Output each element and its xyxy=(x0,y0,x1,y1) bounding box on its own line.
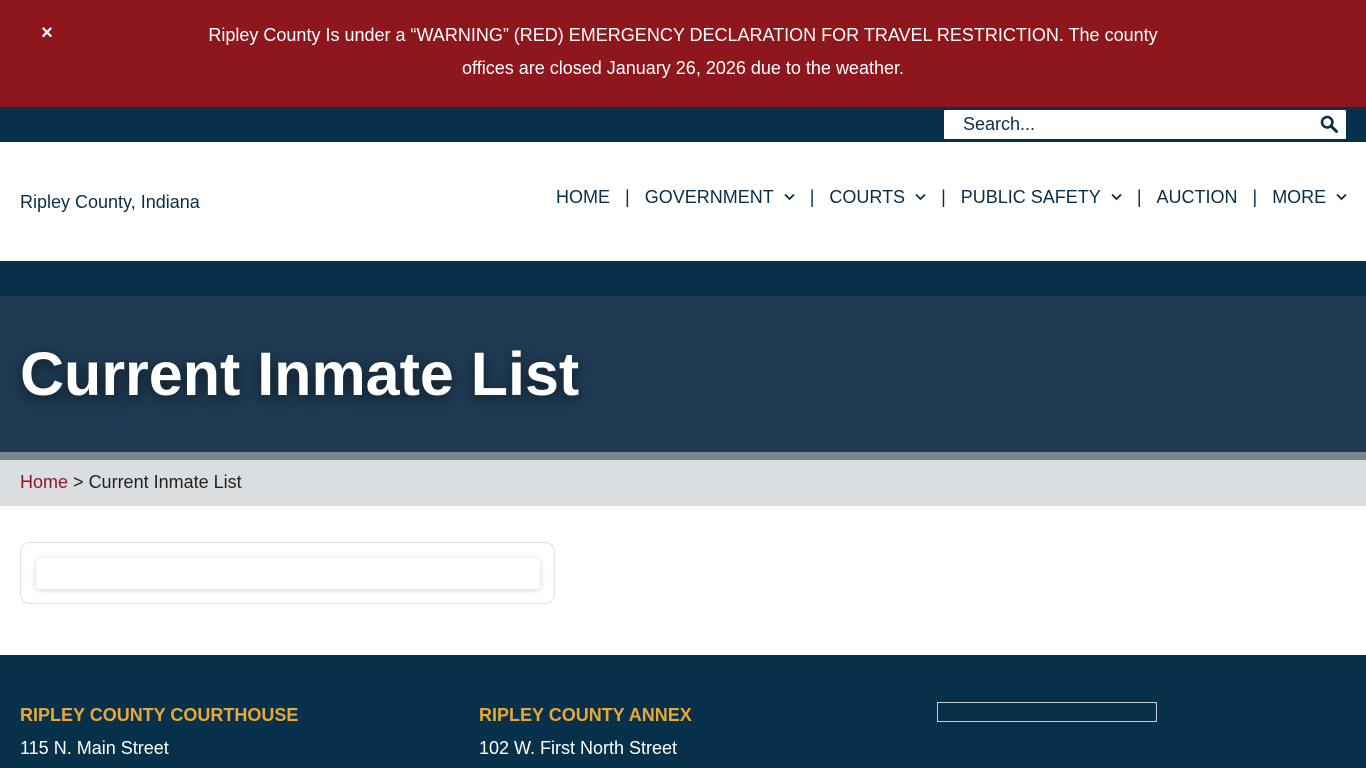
footer-address: 102 W. First North Street xyxy=(479,738,678,758)
inmate-list-panel xyxy=(36,558,540,589)
breadcrumb-home-link[interactable]: Home xyxy=(20,472,68,492)
footer-annex: RIPLEY COUNTY ANNEX 102 W. First North S… xyxy=(479,705,692,758)
footer-heading: RIPLEY COUNTY COURTHOUSE xyxy=(20,705,299,725)
nav-separator: | xyxy=(1252,186,1258,207)
nav-item-home[interactable]: HOME xyxy=(556,187,610,208)
nav-item-label: GOVERNMENT xyxy=(644,186,774,207)
nav-separator: | xyxy=(625,186,630,207)
nav-item-government[interactable]: GOVERNMENT xyxy=(645,187,795,208)
site-footer: RIPLEY COUNTY COURTHOUSE 115 N. Main Str… xyxy=(0,655,1366,768)
nav-item-courts[interactable]: COURTS xyxy=(829,187,926,208)
breadcrumb: Home > Current Inmate List xyxy=(0,460,1366,506)
inmate-list-card xyxy=(20,542,555,604)
search-box xyxy=(944,110,1346,139)
footer-courthouse: RIPLEY COUNTY COURTHOUSE 115 N. Main Str… xyxy=(20,705,298,758)
nav-item-label: MORE xyxy=(1272,186,1327,207)
chevron-down-icon xyxy=(1111,193,1122,201)
nav-separator: | xyxy=(941,186,946,207)
header-divider-band xyxy=(0,261,1366,296)
page-title: Current Inmate List xyxy=(20,340,580,408)
search-icon[interactable] xyxy=(1320,115,1338,133)
chevron-down-icon xyxy=(784,193,795,201)
page-hero: Current Inmate List xyxy=(0,296,1366,452)
breadcrumb-current: Current Inmate List xyxy=(88,472,242,492)
site-header: Ripley County, Indiana HOME | GOVERNMENT… xyxy=(0,142,1366,261)
nav-item-label: COURTS xyxy=(829,186,906,207)
nav-separator: | xyxy=(809,186,815,207)
site-logo[interactable]: Ripley County, Indiana xyxy=(20,192,200,213)
nav-item-label: PUBLIC SAFETY xyxy=(960,186,1101,207)
nav-separator: | xyxy=(1136,186,1142,207)
footer-heading: RIPLEY COUNTY ANNEX xyxy=(479,705,692,725)
footer-address: 115 N. Main Street xyxy=(20,738,169,758)
main-navigation: HOME | GOVERNMENT | COURTS | PUBLIC SAFE… xyxy=(556,186,1347,208)
emergency-alert-bar: × Ripley County Is under a “WARNING” (RE… xyxy=(0,0,1366,107)
nav-item-more[interactable]: MORE xyxy=(1272,187,1347,208)
breadcrumb-separator: > xyxy=(73,472,84,492)
nav-item-public-safety[interactable]: PUBLIC SAFETY xyxy=(961,187,1122,208)
nav-item-label: AUCTION xyxy=(1156,186,1238,207)
footer-image-placeholder xyxy=(937,702,1157,722)
nav-item-auction[interactable]: AUCTION xyxy=(1157,187,1238,208)
nav-item-label: HOME xyxy=(556,186,610,207)
alert-message: Ripley County Is under a “WARNING” (RED)… xyxy=(208,25,1158,78)
chevron-down-icon xyxy=(1336,193,1347,201)
search-input[interactable] xyxy=(944,110,1314,139)
close-icon[interactable]: × xyxy=(38,23,56,43)
chevron-down-icon xyxy=(915,193,926,201)
hero-bottom-strip xyxy=(0,452,1366,460)
